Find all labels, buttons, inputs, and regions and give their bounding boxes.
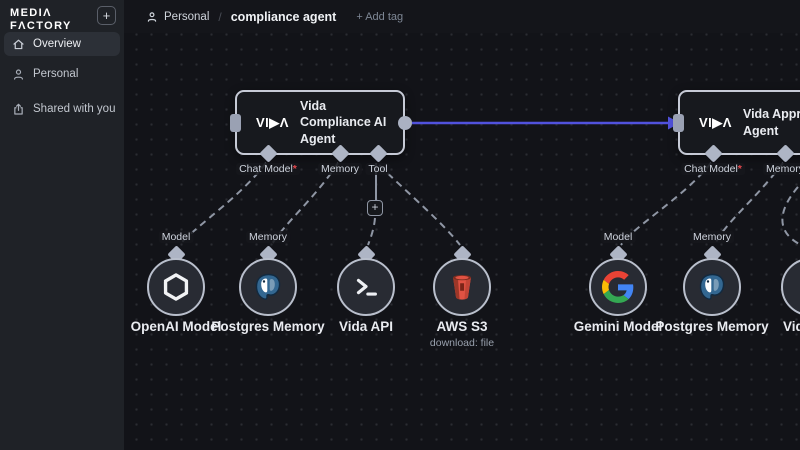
- person-icon: [146, 11, 158, 23]
- connection-main[interactable]: [412, 117, 680, 130]
- required-asterisk: *: [293, 163, 297, 175]
- input-port[interactable]: [230, 114, 241, 132]
- subport-label-memory: Memory: [246, 231, 290, 243]
- subport-label-model: Model: [159, 231, 194, 243]
- sidebar-item-personal[interactable]: Personal: [4, 62, 120, 86]
- breadcrumb-separator: /: [218, 10, 221, 24]
- add-tool-button[interactable]: +: [367, 200, 383, 216]
- subnode-label: AWS S3: [387, 319, 537, 334]
- add-tag-button[interactable]: + Add tag: [356, 11, 403, 23]
- sidebar-item-overview[interactable]: Overview: [4, 32, 120, 56]
- vida-logo: VI▶Λ: [699, 115, 732, 131]
- aws-s3-icon: [447, 272, 477, 302]
- postgresql-icon: [696, 271, 728, 303]
- postgresql-icon: [252, 271, 284, 303]
- subnode-label: Vida API: [735, 319, 800, 334]
- share-icon: [12, 103, 25, 116]
- port-label-memory: Memory: [318, 163, 362, 175]
- person-icon: [12, 68, 25, 81]
- google-icon: [602, 271, 634, 303]
- topbar: Personal / compliance agent + Add tag: [124, 0, 800, 33]
- subport-label-model: Model: [601, 231, 636, 243]
- subport-label-memory: Memory: [690, 231, 734, 243]
- port-label-chat-model: Chat Model*: [681, 163, 745, 175]
- app-logo: MEDIΛ FΛCTORY: [10, 7, 72, 32]
- node-circle-postgres[interactable]: [683, 258, 741, 316]
- port-label-tool: Tool: [365, 163, 390, 175]
- breadcrumb-owner[interactable]: Personal: [164, 11, 209, 23]
- agent-node-vida-approval[interactable]: VI▶Λ Vida Approval Agent Chat Model* Mem…: [678, 90, 800, 155]
- port-label-chat-model: Chat Model*: [236, 163, 300, 175]
- sidebar-item-shared[interactable]: Shared with you: [4, 97, 120, 121]
- node-circle-vida-api[interactable]: [781, 258, 800, 316]
- sidebar-item-label: Personal: [33, 68, 78, 80]
- sidebar-item-label: Shared with you: [33, 103, 115, 115]
- subnode-aws-s3: AWS S3 download: file: [387, 228, 537, 358]
- workflow-canvas[interactable]: VI▶Λ Vida Compliance AI Agent Chat Model…: [124, 33, 800, 450]
- required-asterisk: *: [738, 163, 742, 175]
- node-circle-postgres[interactable]: [239, 258, 297, 316]
- subnode-vida-api-2: Vida API: [735, 228, 800, 358]
- subnode-sublabel: download: file: [387, 337, 537, 349]
- agent-title: Vida Approval Agent: [743, 106, 800, 139]
- node-circle-aws-s3[interactable]: [433, 258, 491, 316]
- openai-icon: [160, 271, 192, 303]
- terminal-icon: [351, 272, 381, 302]
- sidebar-item-label: Overview: [33, 38, 81, 50]
- agent-node-vida-compliance[interactable]: VI▶Λ Vida Compliance AI Agent Chat Model…: [235, 90, 405, 155]
- input-port[interactable]: [673, 114, 684, 132]
- new-workflow-button[interactable]: +: [97, 6, 116, 25]
- sidebar: MEDIΛ FΛCTORY + Overview Personal Shared…: [0, 0, 124, 450]
- workflow-title[interactable]: compliance agent: [231, 10, 337, 24]
- output-port[interactable]: [398, 116, 412, 130]
- agent-title: Vida Compliance AI Agent: [300, 98, 395, 147]
- terminal-icon: [795, 272, 800, 302]
- home-icon: [12, 38, 25, 51]
- vida-logo: VI▶Λ: [256, 115, 289, 131]
- port-label-memory: Memory: [763, 163, 800, 175]
